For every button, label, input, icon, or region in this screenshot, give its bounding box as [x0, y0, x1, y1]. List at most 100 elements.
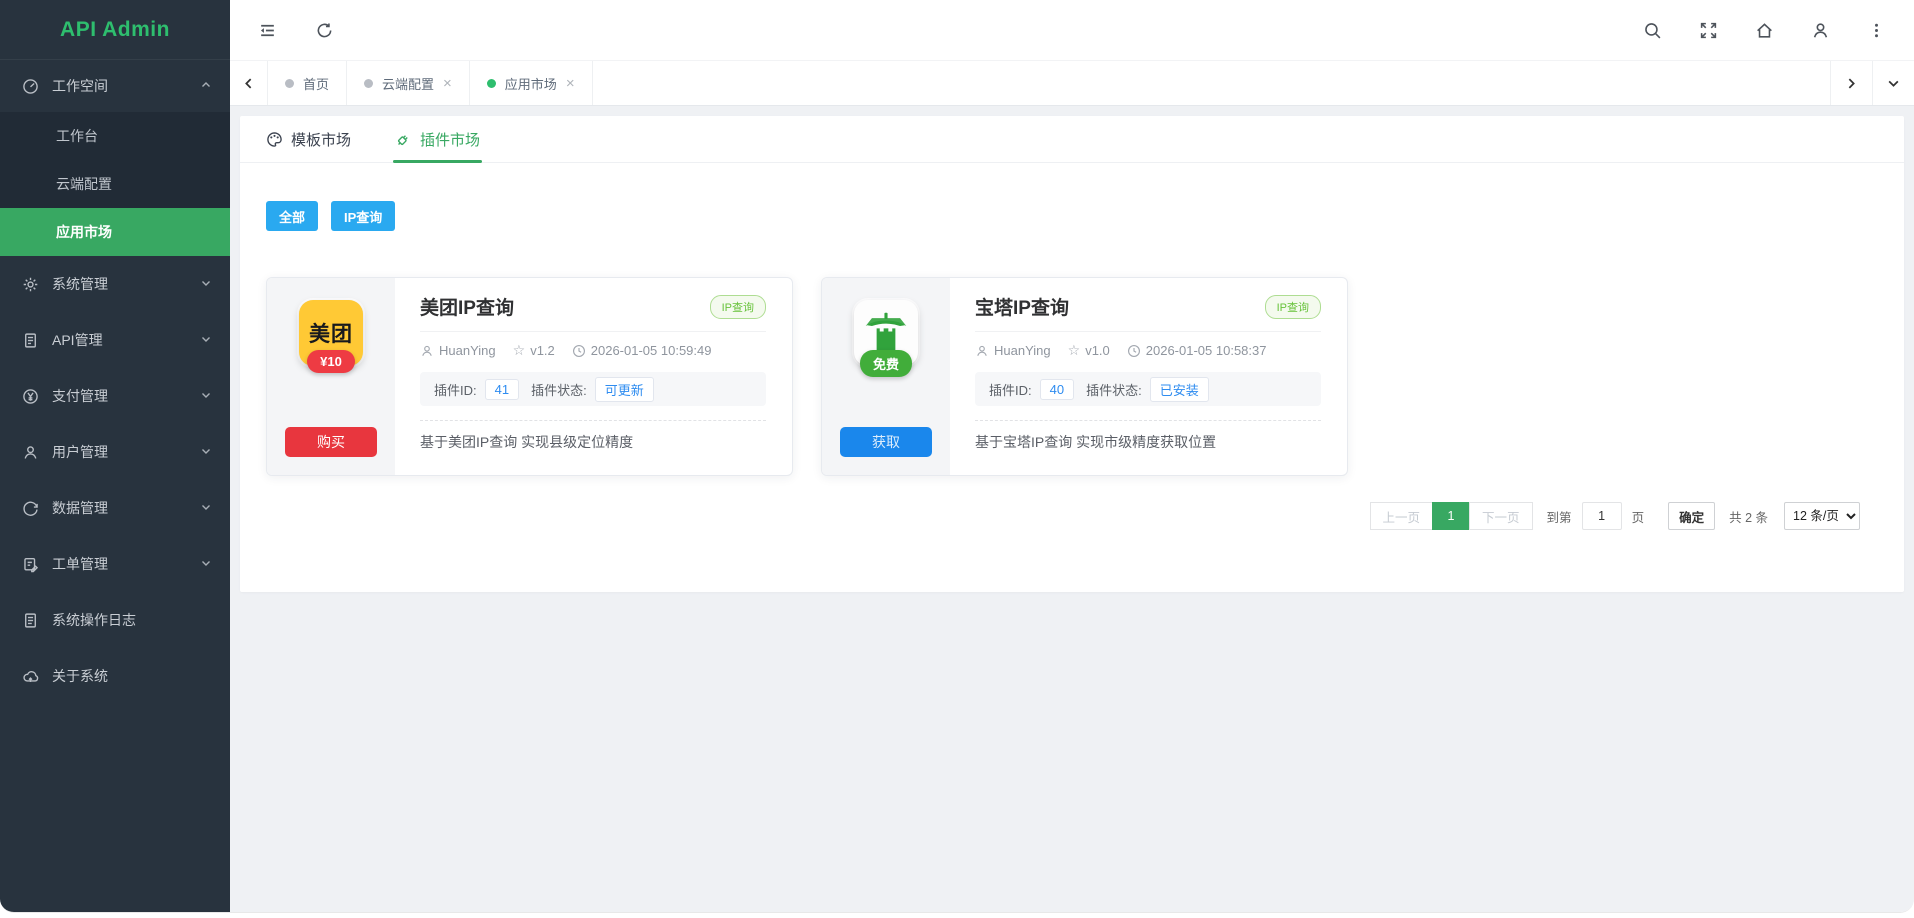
user-icon	[22, 444, 39, 461]
market-panel: 模板市场 插件市场 全部 IP查询	[240, 116, 1904, 592]
card-body: 美团IP查询 IP查询 HuanYing	[395, 278, 792, 475]
refresh-icon[interactable]	[315, 21, 334, 40]
fullscreen-icon[interactable]	[1699, 21, 1718, 40]
dashed-divider	[975, 420, 1321, 421]
goto-prefix-label: 到第	[1547, 507, 1572, 526]
collapse-sidebar-icon[interactable]	[258, 21, 277, 40]
prev-page-button[interactable]: 上一页	[1370, 502, 1434, 530]
chevron-down-icon	[200, 500, 212, 516]
tab-template-market[interactable]: 模板市场	[266, 116, 351, 162]
plugin-title: 美团IP查询	[420, 293, 514, 320]
header-right	[1643, 21, 1886, 40]
category-tag: IP查询	[1265, 295, 1321, 319]
tab-plugin-market[interactable]: 插件市场	[395, 116, 480, 162]
buy-button[interactable]: 购买	[285, 427, 377, 457]
sidebar-item-label: 云端配置	[56, 174, 112, 194]
card-body: 宝塔IP查询 IP查询 HuanYing	[950, 278, 1347, 475]
star-icon: ☆	[1068, 342, 1081, 359]
card-left-column: 美团 ¥10 购买	[267, 278, 395, 475]
sidebar-item-label: 应用市场	[56, 222, 112, 242]
plugin-icon	[395, 131, 412, 148]
sidebar-item-workbench[interactable]: 工作台	[0, 112, 230, 160]
dashboard-icon	[22, 78, 39, 95]
sidebar-item-label: 支付管理	[52, 386, 108, 406]
app-window: API Admin 工作空间 工作台 云端配置 应用市场	[0, 0, 1914, 913]
version-value: v1.2	[530, 343, 555, 358]
sidebar-item-system-mgmt[interactable]: 系统管理	[0, 256, 230, 312]
goto-page-input[interactable]	[1582, 502, 1622, 530]
sidebar-item-label: 工作空间	[52, 76, 108, 96]
tabs-menu-button[interactable]	[1872, 61, 1914, 105]
plugin-info-bar: 插件ID: 41 插件状态: 可更新	[420, 372, 766, 406]
market-tab-label: 模板市场	[291, 129, 351, 150]
get-button[interactable]: 获取	[840, 427, 932, 457]
top-header	[230, 0, 1914, 60]
current-page-button[interactable]: 1	[1432, 502, 1470, 530]
sidebar-item-user-mgmt[interactable]: 用户管理	[0, 424, 230, 480]
confirm-button[interactable]: 确定	[1668, 502, 1715, 530]
market-tabs: 模板市场 插件市场	[240, 116, 1904, 163]
ticket-pencil-icon	[22, 556, 39, 573]
chevron-down-icon	[200, 276, 212, 292]
sidebar-item-cloud-config[interactable]: 云端配置	[0, 160, 230, 208]
sidebar-item-about-system[interactable]: 关于系统	[0, 648, 230, 704]
tab-home[interactable]: 首页	[268, 61, 347, 105]
author-name: HuanYing	[439, 343, 496, 358]
clock-icon	[1127, 344, 1141, 358]
sidebar-item-label: 工单管理	[52, 554, 108, 574]
sidebar-item-workspace[interactable]: 工作空间	[0, 60, 230, 112]
page-size-select[interactable]: 12 条/页	[1784, 502, 1860, 530]
sidebar-item-ticket-mgmt[interactable]: 工单管理	[0, 536, 230, 592]
filter-all-button[interactable]: 全部	[266, 201, 318, 231]
divider	[975, 331, 1321, 332]
tab-cloud-config[interactable]: 云端配置 ×	[347, 61, 470, 105]
app-logo: API Admin	[0, 0, 230, 60]
sidebar-item-payment-mgmt[interactable]: 支付管理	[0, 368, 230, 424]
next-page-button[interactable]: 下一页	[1469, 502, 1533, 530]
sidebar-item-system-log[interactable]: 系统操作日志	[0, 592, 230, 648]
star-icon: ☆	[513, 342, 526, 359]
user-profile-icon[interactable]	[1811, 21, 1830, 40]
chevron-up-icon	[200, 78, 212, 94]
pagination: 上一页 1 下一页 到第 页 确定 共 2 条 12 条/页	[240, 502, 1860, 530]
tab-label: 应用市场	[505, 74, 557, 93]
sidebar-item-label: 关于系统	[52, 666, 108, 686]
tab-label: 首页	[303, 74, 329, 93]
plugin-description: 基于美团IP查询 实现县级定位精度	[420, 432, 766, 452]
sidebar-item-label: API管理	[52, 330, 103, 350]
sidebar-item-data-mgmt[interactable]: 数据管理	[0, 480, 230, 536]
plugin-id-value[interactable]: 41	[485, 379, 519, 400]
tabbar-spacer	[593, 61, 1830, 105]
search-icon[interactable]	[1643, 21, 1662, 40]
version-meta: ☆ v1.0	[1068, 342, 1110, 359]
sidebar-item-app-market[interactable]: 应用市场	[0, 208, 230, 256]
data-sync-icon	[22, 500, 39, 517]
sidebar-item-label: 系统操作日志	[52, 610, 136, 630]
clock-icon	[572, 344, 586, 358]
close-icon[interactable]: ×	[566, 76, 575, 91]
sidebar-item-label: 用户管理	[52, 442, 108, 462]
chevron-down-icon	[200, 332, 212, 348]
tabs-scroll-left-button[interactable]	[230, 61, 268, 105]
plugin-card-meituan: 美团 ¥10 购买 美团IP查询 IP查询	[266, 277, 793, 476]
plugin-status-value[interactable]: 可更新	[595, 377, 654, 402]
plugin-status-label: 插件状态:	[531, 380, 587, 399]
tab-label: 云端配置	[382, 74, 434, 93]
tab-app-market[interactable]: 应用市场 ×	[470, 61, 593, 105]
pagination-group: 上一页 1 下一页	[1370, 502, 1533, 530]
updated-meta: 2026-01-05 10:58:37	[1127, 343, 1267, 358]
author-icon	[975, 344, 989, 358]
filter-ip-query-button[interactable]: IP查询	[331, 201, 395, 231]
plugin-status-value[interactable]: 已安装	[1150, 377, 1209, 402]
sidebar-item-api-mgmt[interactable]: API管理	[0, 312, 230, 368]
plugin-id-value[interactable]: 40	[1040, 379, 1074, 400]
card-left-column: 免费 获取	[822, 278, 950, 475]
author-name: HuanYing	[994, 343, 1051, 358]
home-icon[interactable]	[1755, 21, 1774, 40]
chevron-down-icon	[200, 556, 212, 572]
tabs-scroll-right-button[interactable]	[1830, 61, 1872, 105]
close-icon[interactable]: ×	[443, 76, 452, 91]
divider	[420, 331, 766, 332]
author-icon	[420, 344, 434, 358]
more-options-icon[interactable]	[1867, 21, 1886, 40]
